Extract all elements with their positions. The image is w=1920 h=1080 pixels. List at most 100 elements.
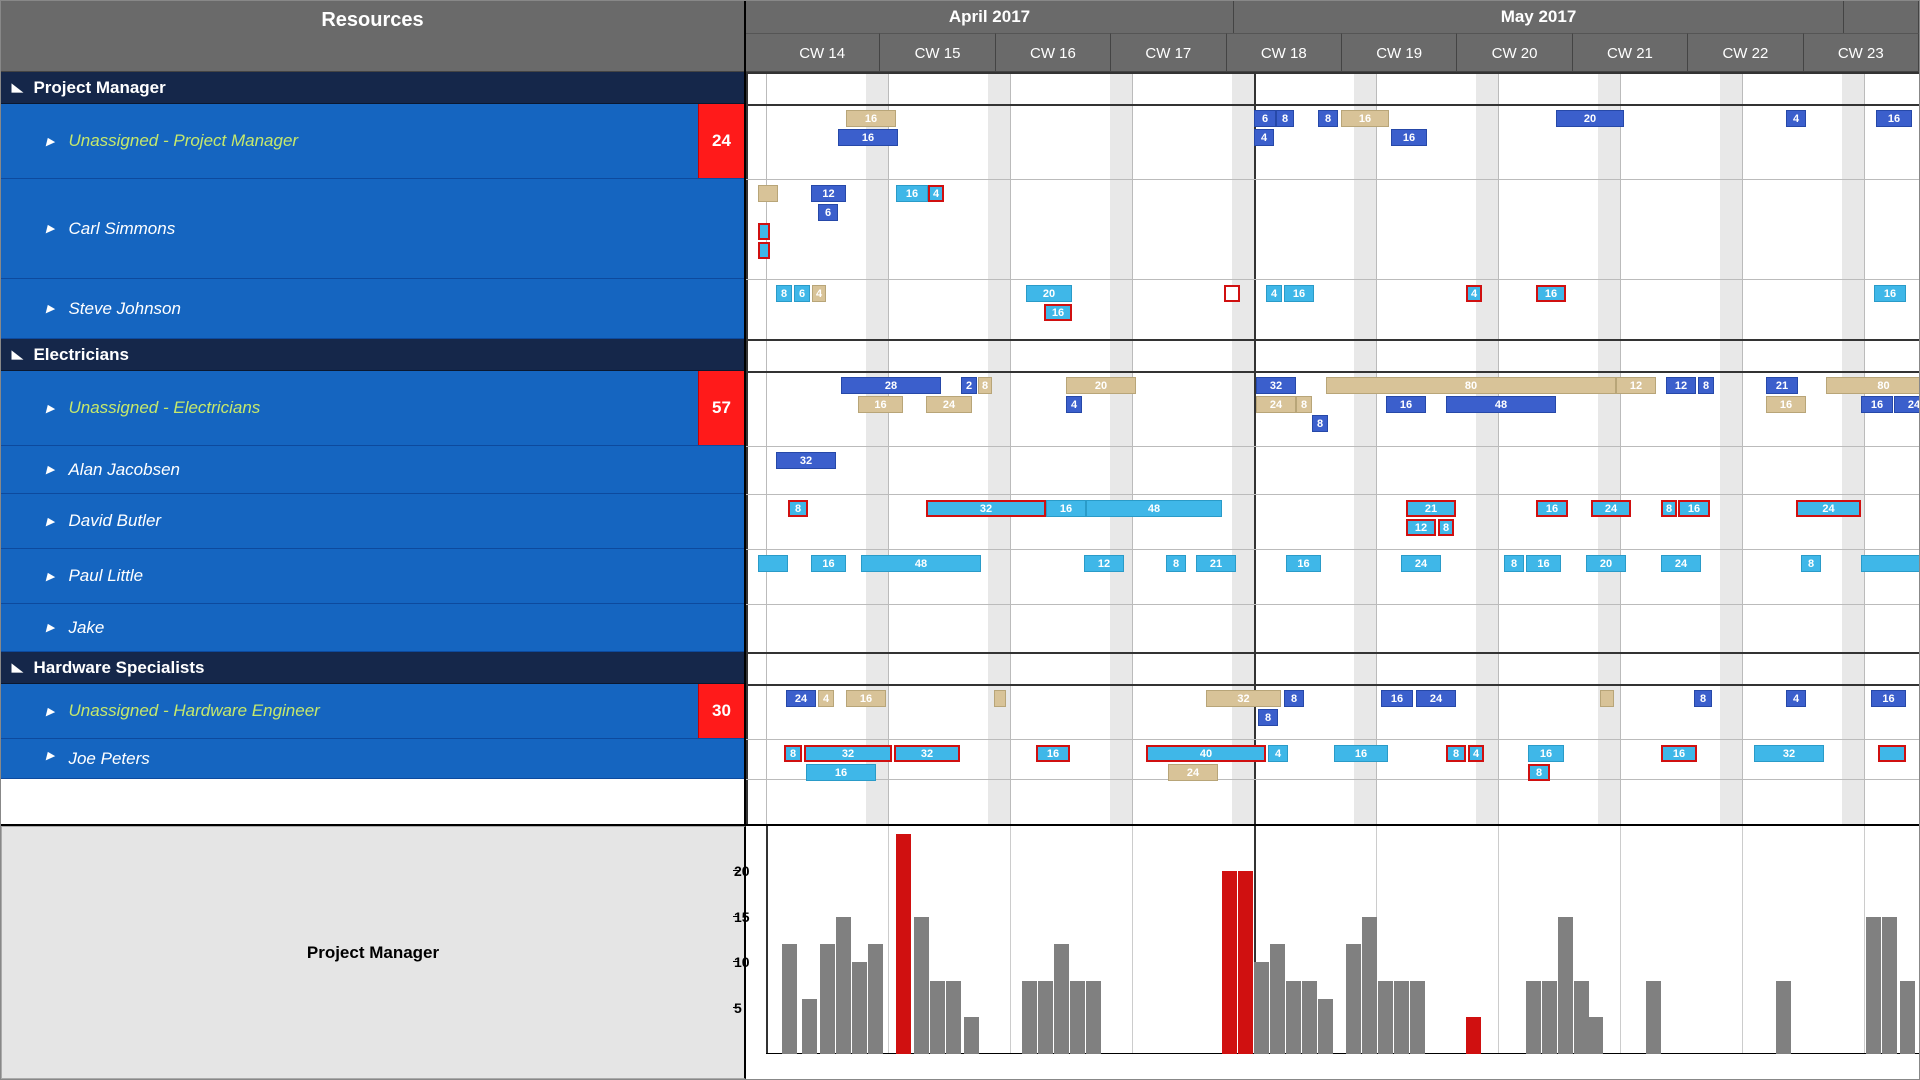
task-bar[interactable]: 16 — [1044, 304, 1072, 321]
task-bar[interactable]: 16 — [1861, 396, 1893, 413]
task-bar[interactable]: 20 — [1066, 377, 1136, 394]
task-bar[interactable]: 8 — [788, 500, 808, 517]
task-bar[interactable]: 4 — [1786, 110, 1806, 127]
task-bar[interactable]: 16 — [1381, 690, 1413, 707]
task-bar[interactable]: 16 — [806, 764, 876, 781]
task-bar[interactable] — [1878, 745, 1906, 762]
task-bar[interactable]: 24 — [926, 396, 972, 413]
task-bar[interactable]: 8 — [1446, 745, 1466, 762]
task-bar[interactable]: 20 — [1026, 285, 1072, 302]
task-bar[interactable]: 4 — [1266, 285, 1282, 302]
resource-row[interactable]: ▶David Butler — [1, 494, 744, 549]
task-bar[interactable]: 16 — [1284, 285, 1314, 302]
task-bar[interactable]: 8 — [1312, 415, 1328, 432]
task-bar[interactable]: 8 — [1284, 690, 1304, 707]
task-bar[interactable]: 16 — [1536, 285, 1566, 302]
task-bar[interactable]: 21 — [1766, 377, 1798, 394]
task-bar[interactable]: 21 — [1196, 555, 1236, 572]
resource-row[interactable]: ▶Paul Little — [1, 549, 744, 604]
task-bar[interactable]: 16 — [1874, 285, 1906, 302]
task-bar[interactable]: 16 — [1526, 555, 1561, 572]
task-bar[interactable]: 32 — [894, 745, 960, 762]
task-bar[interactable]: 80 — [1826, 377, 1919, 394]
task-bar[interactable] — [758, 555, 788, 572]
task-bar[interactable]: 20 — [1556, 110, 1624, 127]
task-bar[interactable]: 4 — [928, 185, 944, 202]
task-bar[interactable]: 6 — [1254, 110, 1276, 127]
task-bar[interactable]: 16 — [1334, 745, 1388, 762]
task-bar[interactable]: 16 — [838, 129, 898, 146]
task-bar[interactable]: 4 — [1466, 285, 1482, 302]
task-bar[interactable]: 12 — [811, 185, 846, 202]
task-bar[interactable]: 21 — [1406, 500, 1456, 517]
task-bar[interactable]: 8 — [1438, 519, 1454, 536]
task-bar[interactable]: 8 — [1258, 709, 1278, 726]
task-bar[interactable]: 8 — [1504, 555, 1524, 572]
group-row[interactable]: ◣Electricians — [1, 339, 744, 371]
task-bar[interactable]: 32 — [1256, 377, 1296, 394]
resource-row[interactable]: ▶Unassigned - Electricians57 — [1, 371, 744, 446]
task-bar[interactable]: 12 — [1406, 519, 1436, 536]
task-bar[interactable]: 24 — [1416, 690, 1456, 707]
task-bar[interactable]: 16 — [1536, 500, 1568, 517]
task-bar[interactable]: 12 — [1666, 377, 1696, 394]
resource-row[interactable]: ▶Jake — [1, 604, 744, 652]
task-bar[interactable]: 32 — [776, 452, 836, 469]
group-row[interactable]: ◣Hardware Specialists — [1, 652, 744, 684]
task-bar[interactable]: 8 — [1318, 110, 1338, 127]
resource-row[interactable]: ▶Steve Johnson — [1, 279, 744, 339]
task-bar[interactable]: 6 — [794, 285, 810, 302]
task-bar[interactable]: 16 — [896, 185, 928, 202]
task-bar[interactable]: 40 — [1146, 745, 1266, 762]
task-bar[interactable]: 4 — [1468, 745, 1484, 762]
task-bar[interactable]: 4 — [1268, 745, 1288, 762]
task-bar[interactable] — [758, 242, 770, 259]
task-bar[interactable]: 32 — [804, 745, 892, 762]
task-bar[interactable]: 24 — [1401, 555, 1441, 572]
task-bar[interactable]: 24 — [786, 690, 816, 707]
task-bar[interactable]: 48 — [1446, 396, 1556, 413]
resource-row[interactable]: ▶Unassigned - Project Manager24 — [1, 104, 744, 179]
gantt-grid[interactable]: 1616684816162041612616486420164164161628… — [746, 72, 1919, 824]
task-bar[interactable]: 24 — [1591, 500, 1631, 517]
task-bar[interactable]: 8 — [1276, 110, 1294, 127]
task-bar[interactable]: 8 — [776, 285, 792, 302]
task-bar[interactable]: 8 — [1694, 690, 1712, 707]
task-bar[interactable]: 16 — [1286, 555, 1321, 572]
task-bar[interactable]: 8 — [784, 745, 802, 762]
task-bar[interactable]: 80 — [1326, 377, 1616, 394]
task-bar[interactable]: 48 — [861, 555, 981, 572]
task-bar[interactable]: 4 — [812, 285, 826, 302]
task-bar[interactable]: 16 — [858, 396, 903, 413]
resource-row[interactable]: ▶Joe Peters — [1, 739, 744, 779]
task-bar[interactable]: 16 — [1386, 396, 1426, 413]
task-bar[interactable]: 12 — [1084, 555, 1124, 572]
resource-row[interactable]: ▶Alan Jacobsen — [1, 446, 744, 494]
task-bar[interactable]: 16 — [1871, 690, 1906, 707]
task-bar[interactable]: 16 — [1876, 110, 1912, 127]
task-bar[interactable]: 16 — [846, 690, 886, 707]
task-bar[interactable]: 4 — [1066, 396, 1082, 413]
task-bar[interactable]: 24 — [1894, 396, 1919, 413]
task-bar[interactable]: 16 — [1678, 500, 1710, 517]
task-bar[interactable] — [758, 223, 770, 240]
task-bar[interactable]: 16 — [1661, 745, 1697, 762]
task-bar[interactable]: 8 — [1698, 377, 1714, 394]
group-row[interactable]: ◣Project Manager — [1, 72, 744, 104]
task-bar[interactable] — [1861, 555, 1919, 572]
task-bar[interactable]: 2 — [961, 377, 977, 394]
task-bar[interactable]: 24 — [1796, 500, 1861, 517]
task-bar[interactable]: 16 — [1391, 129, 1427, 146]
task-bar[interactable]: 16 — [1766, 396, 1806, 413]
task-bar[interactable]: 6 — [818, 204, 838, 221]
task-bar[interactable]: 24 — [1256, 396, 1296, 413]
task-bar[interactable] — [1224, 285, 1240, 302]
task-bar[interactable]: 4 — [1254, 129, 1274, 146]
task-bar[interactable]: 16 — [811, 555, 846, 572]
task-bar[interactable]: 4 — [1786, 690, 1806, 707]
task-bar[interactable] — [994, 690, 1006, 707]
task-bar[interactable]: 16 — [1036, 745, 1070, 762]
task-bar[interactable] — [758, 185, 778, 202]
task-bar[interactable]: 4 — [818, 690, 834, 707]
task-bar[interactable]: 8 — [1296, 396, 1312, 413]
